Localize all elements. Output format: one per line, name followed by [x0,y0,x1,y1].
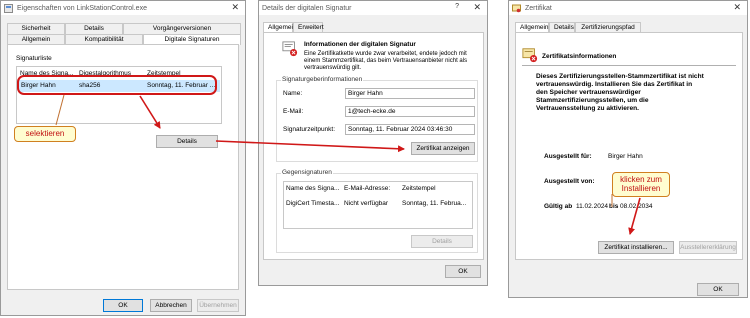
column-header-timestamp[interactable]: Zeitstempel [402,185,472,192]
issued-to-value: Birger Hahn [608,153,643,160]
close-icon[interactable]: ✕ [733,2,741,13]
properties-window: Eigenschaften von LinkStationControl.exe… [0,0,246,316]
heading-divider [522,65,736,66]
trust-warning-line1: Dieses Zertifizierungsstellen-Stammzerti… [536,73,704,80]
row-email[interactable]: Nicht verfügbar [344,200,400,207]
email-field[interactable]: 1@tech-ecke.de [345,106,475,117]
certificate-error-icon [522,48,538,63]
signatures-pane: Signaturliste Name des Signa... Digestal… [7,44,239,290]
row-digest: sha256 [79,82,101,89]
app-icon [4,3,13,13]
issuer-statement-button[interactable]: Ausstellererklärung [679,241,737,254]
close-icon[interactable]: ✕ [473,2,481,13]
trust-warning-line2: vertrauenswürdig. Installieren Sie das Z… [536,81,693,88]
show-certificate-button[interactable]: Zertifikat anzeigen [411,142,475,155]
valid-to-label: bis [609,203,619,210]
ok-button[interactable]: OK [103,299,143,312]
issued-by-label: Ausgestellt von: [544,178,595,185]
certificate-info-heading: Zertifikatsinformationen [542,53,617,60]
column-header-name[interactable]: Name des Signa... [20,70,76,77]
select-callout: selektieren [14,126,76,142]
trust-warning-line3: den Speicher vertrauenswürdiger [536,89,641,96]
help-icon[interactable]: ? [455,3,459,10]
signature-list[interactable]: Name des Signa... Digestalgorithmus Zeit… [16,66,222,124]
issued-to-label: Ausgestellt für: [544,153,592,160]
column-header-digest[interactable]: Digestalgorithmus [79,70,141,77]
name-label: Name: [283,90,303,97]
signature-details-titlebar: Details der digitalen Signatur ? ✕ [259,1,487,15]
tab-details[interactable]: Details [65,23,123,34]
table-row[interactable]: Birger Hahn sha256 Sonntag, 11. Februar … [18,80,220,92]
install-callout-line1: klicken zum [620,175,662,184]
close-icon[interactable]: ✕ [231,2,239,13]
trust-warning-line5: Vertrauensstellung zu aktivieren. [536,105,639,112]
signature-general-pane: Informationen der digitalen Signatur Ein… [263,32,484,260]
countersignatures-group: Gegensignaturen Name des Signa... E-Mail… [276,169,478,253]
signature-details-window: Details der digitalen Signatur ? ✕ Allge… [258,0,488,286]
signature-details-title: Details der digitalen Signatur [262,4,352,12]
column-header-email[interactable]: E-Mail-Adresse: [344,185,400,192]
valid-to-value: 08.02.2034 [620,203,653,210]
certificate-warning-icon [282,41,298,57]
row-signer-name[interactable]: DigiCert Timesta... [286,200,342,207]
signature-info-line3: vertrauenswürdig gilt. [304,65,362,71]
signature-info-line1: Eine Zertifikatkette wurde zwar verarbei… [304,51,467,57]
countersignatures-caption: Gegensignaturen [281,169,333,176]
properties-titlebar: Eigenschaften von LinkStationControl.exe… [1,1,245,15]
row-timestamp: Sonntag, 11. Februar ... [147,82,216,89]
certificate-title: Zertifikat [525,4,552,12]
install-callout-line2: Installieren [621,184,661,193]
install-callout: klicken zum Installieren [612,172,670,197]
ok-button[interactable]: OK [445,265,481,278]
signature-info-heading: Informationen der digitalen Signatur [304,41,416,48]
certificate-icon [512,4,521,12]
properties-title: Eigenschaften von LinkStationControl.exe [17,4,147,12]
cancel-button[interactable]: Abbrechen [150,299,192,312]
column-header-name[interactable]: Name des Signa... [286,185,340,192]
countersignature-details-button[interactable]: Details [411,235,473,248]
signature-details-button[interactable]: Details [156,135,218,148]
signature-info-line2: einem Stammzertifikat, das beim Vertraue… [304,58,468,64]
certificate-titlebar: Zertifikat ✕ [509,1,747,15]
certificate-general-pane: Zertifikatsinformationen Dieses Zertifiz… [515,32,743,260]
valid-from-value: 11.02.2024 [576,203,609,210]
signing-time-field[interactable]: Sonntag, 11. Februar 2024 03:46:30 [345,124,475,135]
signing-time-label: Signaturzeitpunkt: [283,126,336,133]
apply-button[interactable]: Übernehmen [197,299,239,312]
email-label: E-Mail: [283,108,304,115]
signer-info-group: Signaturgeberinformationen Name: Birger … [276,76,478,162]
tab-vorgaengerversionen[interactable]: Vorgängerversionen [123,23,241,34]
row-timestamp[interactable]: Sonntag, 11. Februa... [402,200,472,207]
ok-button[interactable]: OK [697,283,739,296]
row-signer-name: Birger Hahn [21,82,56,89]
install-certificate-button[interactable]: Zertifikat installieren... [598,241,674,254]
valid-from-label: Gültig ab [544,203,573,210]
signature-list-label: Signaturliste [16,55,52,62]
trust-warning-line4: Stammzertifizierungsstellen, um die [536,97,649,104]
name-field[interactable]: Birger Hahn [345,88,475,99]
tab-sicherheit[interactable]: Sicherheit [7,23,65,34]
certificate-window: Zertifikat ✕ Allgemein Details Zertifizi… [508,0,748,298]
countersignature-list[interactable]: Name des Signa... E-Mail-Adresse: Zeitst… [283,181,473,229]
signer-info-caption: Signaturgeberinformationen [281,76,364,83]
column-header-timestamp[interactable]: Zeitstempel [147,70,217,77]
